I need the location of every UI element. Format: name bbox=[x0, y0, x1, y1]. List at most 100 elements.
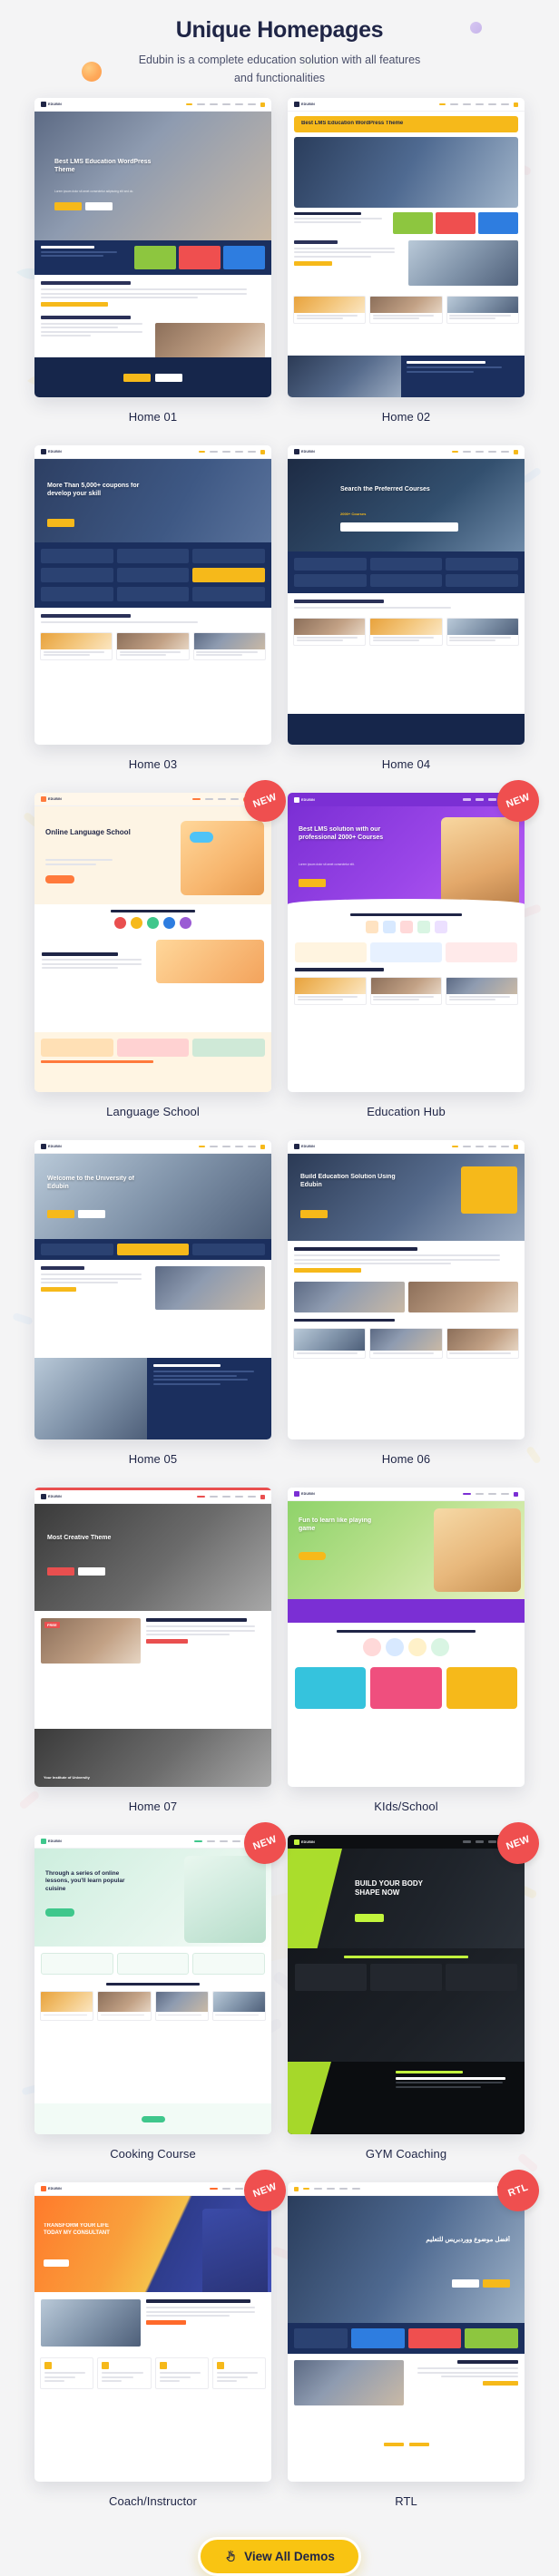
hero-cta-button[interactable] bbox=[44, 2259, 69, 2267]
search-input[interactable] bbox=[340, 522, 458, 532]
hero-primary-button[interactable] bbox=[300, 1210, 328, 1218]
recipe-card[interactable] bbox=[154, 1991, 209, 2021]
hero-secondary-button[interactable] bbox=[78, 1567, 105, 1576]
course-card[interactable] bbox=[294, 976, 367, 1006]
hero-secondary-button[interactable] bbox=[85, 202, 113, 210]
demo-thumbnail-home-03[interactable]: EDUBIN More Than 5,000+ coupons for deve… bbox=[34, 445, 271, 745]
course-card[interactable] bbox=[293, 295, 367, 324]
demo-card-coach-instructor[interactable]: NEW EDUBIN TRANSFORM YOUR LIFE TODAY MY … bbox=[34, 2163, 292, 2530]
hero-primary-button[interactable] bbox=[54, 202, 82, 210]
course-card[interactable] bbox=[116, 631, 190, 660]
demo-thumbnail-home-04[interactable]: EDUBIN Search the Preferred Courses 2000… bbox=[288, 445, 525, 745]
pointing-hand-icon bbox=[226, 2550, 235, 2562]
course-card[interactable] bbox=[446, 617, 519, 646]
language-flag-icon[interactable] bbox=[114, 917, 126, 930]
recipe-card[interactable] bbox=[97, 1991, 152, 2021]
hero-banner: Best LMS Education WordPress Theme bbox=[288, 112, 525, 132]
course-card[interactable] bbox=[40, 631, 113, 660]
hero-primary-button[interactable] bbox=[299, 879, 326, 887]
service-card[interactable] bbox=[211, 2357, 266, 2389]
category-icon[interactable] bbox=[365, 921, 378, 934]
demo-thumbnail-gym-coaching[interactable]: EDUBIN BUILD YOUR BODY SHAPE NOW bbox=[288, 1835, 525, 2134]
teacher-card[interactable] bbox=[293, 1327, 367, 1360]
recipe-card[interactable] bbox=[211, 1991, 266, 2021]
logo-mark-icon bbox=[294, 1144, 299, 1149]
category-icon[interactable] bbox=[417, 921, 430, 934]
demo-thumbnail-education-hub[interactable]: EDUBIN Best LMS solution with our profes… bbox=[288, 793, 525, 1092]
language-flag-icon[interactable] bbox=[163, 917, 175, 930]
course-card[interactable] bbox=[369, 976, 443, 1006]
apply-job-button[interactable] bbox=[123, 373, 151, 382]
demo-card-rtl[interactable]: RTL EDUBIN أفضل موضوع ووردبريس للتعليم bbox=[288, 2163, 545, 2530]
hero-primary-button[interactable] bbox=[483, 2279, 510, 2288]
demo-card-home-03[interactable]: EDUBIN More Than 5,000+ coupons for deve… bbox=[34, 445, 271, 793]
kid-category-icon[interactable] bbox=[431, 1638, 449, 1657]
demo-card-home-07[interactable]: EDUBIN Most Creative Theme FREE Your Ins… bbox=[34, 1488, 271, 1835]
language-flag-icon[interactable] bbox=[147, 917, 159, 930]
kid-category-icon[interactable] bbox=[363, 1638, 381, 1657]
hero-cta-button[interactable] bbox=[45, 1908, 74, 1917]
demo-thumbnail-home-01[interactable]: EDUBIN Best LMS Education WordPress Them… bbox=[34, 98, 271, 397]
demo-card-kids-school[interactable]: EDUBIN Fun to learn like playing game KI… bbox=[288, 1488, 525, 1835]
hero-cta-button[interactable] bbox=[299, 1552, 326, 1560]
course-card[interactable] bbox=[446, 976, 519, 1006]
logo-text: EDUBIN bbox=[48, 1839, 62, 1843]
teacher-card[interactable] bbox=[369, 1327, 443, 1360]
view-all-demos-button[interactable]: View All Demos bbox=[198, 2537, 361, 2576]
demo-thumbnail-home-07[interactable]: EDUBIN Most Creative Theme FREE Your Ins… bbox=[34, 1488, 271, 1787]
demo-thumbnail-language-school[interactable]: EDUBIN Online Language School bbox=[34, 793, 271, 1092]
category-icon[interactable] bbox=[382, 921, 396, 934]
kid-category-icon[interactable] bbox=[408, 1638, 427, 1657]
language-flag-icon[interactable] bbox=[131, 917, 142, 930]
demo-card-language-school[interactable]: NEW EDUBIN Online Language School Langua… bbox=[34, 774, 292, 1140]
demo-card-cooking-course[interactable]: NEW EDUBIN Through a series of online le… bbox=[34, 1816, 292, 2182]
hero-primary-button[interactable] bbox=[47, 1210, 74, 1218]
demo-thumbnail-home-06[interactable]: EDUBIN Build Education Solution Using Ed… bbox=[288, 1140, 525, 1439]
recipe-card[interactable] bbox=[40, 1991, 94, 2021]
cart-icon bbox=[514, 1144, 518, 1149]
events-heading bbox=[41, 315, 131, 319]
hero-cta-button[interactable] bbox=[355, 1914, 384, 1922]
demo-thumbnail-kids-school[interactable]: EDUBIN Fun to learn like playing game bbox=[288, 1488, 525, 1787]
service-card[interactable] bbox=[154, 2357, 209, 2389]
service-card[interactable] bbox=[40, 2357, 94, 2389]
hero-primary-button[interactable] bbox=[47, 519, 74, 527]
demo-thumbnail-coach-instructor[interactable]: EDUBIN TRANSFORM YOUR LIFE TODAY MY CONS… bbox=[34, 2182, 271, 2482]
course-card[interactable] bbox=[446, 295, 519, 324]
demo-card-home-02[interactable]: EDUBIN Best LMS Education WordPress Them… bbox=[288, 98, 525, 445]
apply-scholarship-button[interactable] bbox=[155, 373, 182, 382]
logo-text: EDUBIN bbox=[48, 2187, 62, 2191]
logo-mark-icon bbox=[41, 1144, 46, 1149]
hero-primary-button[interactable] bbox=[47, 1567, 74, 1576]
category-icon[interactable] bbox=[399, 921, 413, 934]
service-card[interactable] bbox=[97, 2357, 152, 2389]
demo-card-home-04[interactable]: EDUBIN Search the Preferred Courses 2000… bbox=[288, 445, 525, 793]
course-card[interactable] bbox=[369, 295, 443, 324]
demo-thumbnail-home-05[interactable]: EDUBIN Welcome to the University of Edub… bbox=[34, 1140, 271, 1439]
demo-card-home-06[interactable]: EDUBIN Build Education Solution Using Ed… bbox=[288, 1140, 525, 1488]
hero-secondary-button[interactable] bbox=[452, 2279, 479, 2288]
hero-cta-button[interactable] bbox=[45, 875, 74, 883]
course-card[interactable] bbox=[192, 631, 266, 660]
demo-thumbnail-home-02[interactable]: EDUBIN Best LMS Education WordPress Them… bbox=[288, 98, 525, 397]
demo-card-home-01[interactable]: EDUBIN Best LMS Education WordPress Them… bbox=[34, 98, 271, 445]
demo-thumbnail-rtl[interactable]: EDUBIN أفضل موضوع ووردبريس للتعليم bbox=[288, 2182, 525, 2482]
logo-mark-icon bbox=[41, 102, 46, 107]
language-flag-icon[interactable] bbox=[180, 917, 191, 930]
teacher-card[interactable] bbox=[446, 1327, 519, 1360]
cart-icon bbox=[514, 449, 518, 454]
demo-label: Home 07 bbox=[128, 1800, 178, 1813]
kid-category-icon[interactable] bbox=[386, 1638, 404, 1657]
demo-card-education-hub[interactable]: NEW EDUBIN Best LMS solution with our pr… bbox=[288, 774, 545, 1140]
hero-heading: Online Language School bbox=[45, 828, 131, 836]
footer-cta-button[interactable] bbox=[141, 2115, 165, 2122]
category-icon[interactable] bbox=[434, 921, 447, 934]
logo-text: EDUBIN bbox=[301, 102, 315, 106]
course-card[interactable] bbox=[293, 617, 367, 646]
course-card[interactable] bbox=[369, 617, 443, 646]
demo-card-gym-coaching[interactable]: NEW EDUBIN BUILD YOUR BODY SHAPE NOW GYM… bbox=[288, 1816, 545, 2182]
demo-card-home-05[interactable]: EDUBIN Welcome to the University of Edub… bbox=[34, 1140, 271, 1488]
cta-label: View All Demos bbox=[244, 2550, 335, 2563]
hero-secondary-button[interactable] bbox=[78, 1210, 105, 1218]
demo-thumbnail-cooking-course[interactable]: EDUBIN Through a series of online lesson… bbox=[34, 1835, 271, 2134]
